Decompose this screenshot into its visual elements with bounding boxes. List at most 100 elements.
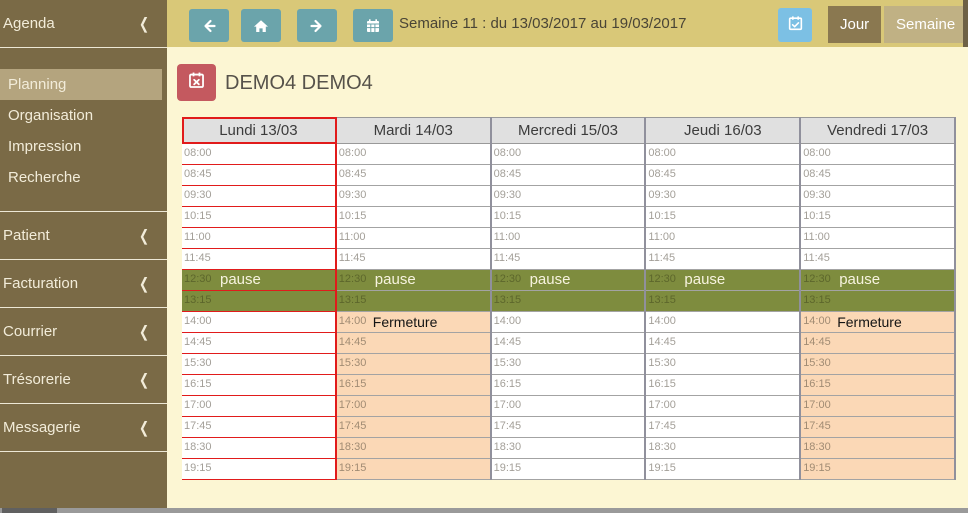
- time-slot[interactable]: 15:30: [337, 354, 490, 375]
- time-slot[interactable]: 12:30pause: [801, 270, 954, 291]
- time-slot[interactable]: 16:15: [646, 375, 799, 396]
- home-button[interactable]: [241, 9, 281, 42]
- time-slot[interactable]: 14:00Fermeture: [337, 312, 490, 333]
- calendar-check-button[interactable]: [778, 8, 812, 42]
- time-slot[interactable]: 14:45: [646, 333, 799, 354]
- day-header[interactable]: Mardi 14/03: [337, 117, 490, 144]
- time-slot[interactable]: 13:15: [492, 291, 645, 312]
- time-slot[interactable]: 08:45: [182, 165, 335, 186]
- time-slot[interactable]: 08:00: [646, 144, 799, 165]
- time-slot[interactable]: 16:15: [801, 375, 954, 396]
- submenu-item-planning[interactable]: Planning: [0, 69, 162, 100]
- time-slot[interactable]: 11:45: [801, 249, 954, 270]
- calendar-picker-button[interactable]: [353, 9, 393, 42]
- time-slot[interactable]: 17:00: [646, 396, 799, 417]
- time-slot[interactable]: 09:30: [337, 186, 490, 207]
- time-slot[interactable]: 11:00: [492, 228, 645, 249]
- time-slot[interactable]: 11:45: [337, 249, 490, 270]
- time-slot[interactable]: 14:45: [337, 333, 490, 354]
- time-slot[interactable]: 11:00: [337, 228, 490, 249]
- time-slot[interactable]: 09:30: [182, 186, 335, 207]
- time-slot[interactable]: 16:15: [182, 375, 335, 396]
- time-slot[interactable]: 17:00: [337, 396, 490, 417]
- horizontal-scrollbar[interactable]: [0, 508, 968, 513]
- day-header[interactable]: Mercredi 15/03: [492, 117, 645, 144]
- time-slot[interactable]: 15:30: [801, 354, 954, 375]
- day-header[interactable]: Lundi 13/03: [182, 117, 335, 144]
- time-slot[interactable]: 12:30pause: [182, 270, 335, 291]
- time-slot[interactable]: 14:45: [182, 333, 335, 354]
- time-slot[interactable]: 10:15: [182, 207, 335, 228]
- sidebar-item-messagerie[interactable]: Messagerie ❮: [0, 404, 167, 452]
- time-slot[interactable]: 12:30pause: [646, 270, 799, 291]
- time-slot[interactable]: 10:15: [337, 207, 490, 228]
- time-slot[interactable]: 08:00: [182, 144, 335, 165]
- time-slot[interactable]: 11:45: [646, 249, 799, 270]
- time-slot[interactable]: 08:00: [337, 144, 490, 165]
- time-slot[interactable]: 09:30: [492, 186, 645, 207]
- time-slot[interactable]: 13:15: [801, 291, 954, 312]
- day-header[interactable]: Vendredi 17/03: [801, 117, 954, 144]
- time-slot[interactable]: 14:00: [492, 312, 645, 333]
- time-slot[interactable]: 08:45: [337, 165, 490, 186]
- time-slot[interactable]: 17:45: [646, 417, 799, 438]
- time-slot[interactable]: 18:30: [801, 438, 954, 459]
- time-slot[interactable]: 14:00: [646, 312, 799, 333]
- sidebar-item-courrier[interactable]: Courrier ❮: [0, 308, 167, 356]
- time-slot[interactable]: 08:00: [801, 144, 954, 165]
- time-slot[interactable]: 14:45: [801, 333, 954, 354]
- prev-week-button[interactable]: [189, 9, 229, 42]
- time-slot[interactable]: 08:00: [492, 144, 645, 165]
- time-slot[interactable]: 17:45: [337, 417, 490, 438]
- time-slot[interactable]: 17:45: [801, 417, 954, 438]
- time-slot[interactable]: 17:00: [492, 396, 645, 417]
- time-slot[interactable]: 14:00Fermeture: [801, 312, 954, 333]
- time-slot[interactable]: 19:15: [646, 459, 799, 480]
- submenu-item-organisation[interactable]: Organisation: [0, 100, 167, 131]
- day-header[interactable]: Jeudi 16/03: [646, 117, 799, 144]
- sidebar-item-patient[interactable]: Patient ❮: [0, 212, 167, 260]
- sidebar-item-facturation[interactable]: Facturation ❮: [0, 260, 167, 308]
- time-slot[interactable]: 17:00: [801, 396, 954, 417]
- time-slot[interactable]: 16:15: [492, 375, 645, 396]
- time-slot[interactable]: 10:15: [801, 207, 954, 228]
- time-slot[interactable]: 18:30: [337, 438, 490, 459]
- time-slot[interactable]: 15:30: [492, 354, 645, 375]
- time-slot[interactable]: 18:30: [646, 438, 799, 459]
- time-slot[interactable]: 09:30: [646, 186, 799, 207]
- time-slot[interactable]: 08:45: [801, 165, 954, 186]
- next-week-button[interactable]: [297, 9, 337, 42]
- time-slot[interactable]: 11:45: [492, 249, 645, 270]
- time-slot[interactable]: 18:30: [182, 438, 335, 459]
- time-slot[interactable]: 10:15: [492, 207, 645, 228]
- time-slot[interactable]: 13:15: [182, 291, 335, 312]
- time-slot[interactable]: 13:15: [337, 291, 490, 312]
- time-slot[interactable]: 08:45: [646, 165, 799, 186]
- sidebar-item-tresorerie[interactable]: Trésorerie ❮: [0, 356, 167, 404]
- time-slot[interactable]: 19:15: [492, 459, 645, 480]
- time-slot[interactable]: 11:00: [801, 228, 954, 249]
- time-slot[interactable]: 09:30: [801, 186, 954, 207]
- time-slot[interactable]: 10:15: [646, 207, 799, 228]
- time-slot[interactable]: 14:00: [182, 312, 335, 333]
- time-slot[interactable]: 15:30: [182, 354, 335, 375]
- time-slot[interactable]: 12:30pause: [492, 270, 645, 291]
- time-slot[interactable]: 19:15: [337, 459, 490, 480]
- time-slot[interactable]: 08:45: [492, 165, 645, 186]
- time-slot[interactable]: 19:15: [182, 459, 335, 480]
- scrollbar-thumb[interactable]: [2, 508, 57, 513]
- time-slot[interactable]: 17:00: [182, 396, 335, 417]
- time-slot[interactable]: 15:30: [646, 354, 799, 375]
- time-slot[interactable]: 11:00: [646, 228, 799, 249]
- submenu-item-impression[interactable]: Impression: [0, 131, 167, 162]
- time-slot[interactable]: 11:45: [182, 249, 335, 270]
- day-view-button[interactable]: Jour: [828, 6, 881, 43]
- time-slot[interactable]: 11:00: [182, 228, 335, 249]
- time-slot[interactable]: 12:30pause: [337, 270, 490, 291]
- sidebar-item-agenda[interactable]: Agenda ❮: [0, 0, 167, 48]
- time-slot[interactable]: 19:15: [801, 459, 954, 480]
- week-view-button[interactable]: Semaine: [884, 6, 963, 43]
- time-slot[interactable]: 13:15: [646, 291, 799, 312]
- time-slot[interactable]: 17:45: [492, 417, 645, 438]
- submenu-item-recherche[interactable]: Recherche: [0, 162, 167, 193]
